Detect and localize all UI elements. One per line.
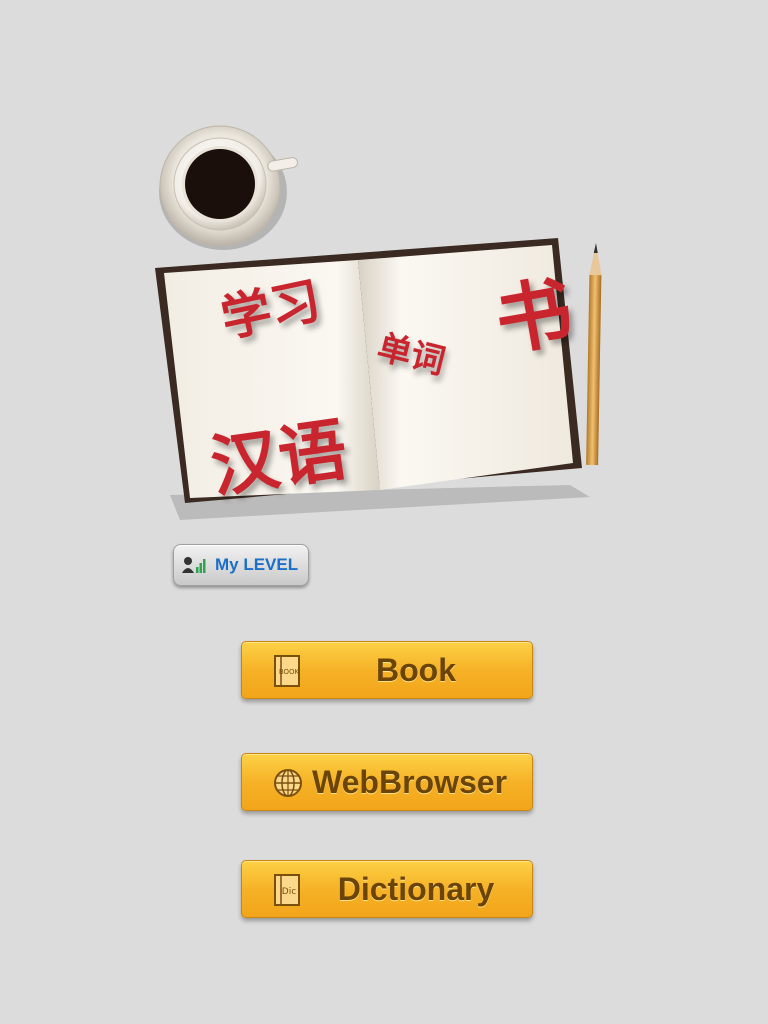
level-icon [182,556,206,574]
dictionary-button[interactable]: Dic Dictionary [241,860,533,918]
my-level-button[interactable]: My LEVEL [173,544,309,586]
book-icon: BOOK [272,654,304,688]
open-book-illustration: 学习 单词 书 汉语 [150,235,620,525]
svg-text:BOOK: BOOK [279,668,300,676]
webbrowser-button[interactable]: WebBrowser [241,753,533,811]
title-text-hanyu: 汉语 [206,410,352,509]
webbrowser-button-label: WebBrowser [312,763,508,800]
svg-text:Dic: Dic [282,887,296,897]
dictionary-icon: Dic [272,873,304,907]
my-level-label: My LEVEL [215,555,299,574]
book-button-label: Book [376,651,456,688]
dictionary-button-label: Dictionary [337,870,495,907]
coffee-cup-illustration [155,120,305,250]
book-button[interactable]: BOOK Book [241,641,533,699]
